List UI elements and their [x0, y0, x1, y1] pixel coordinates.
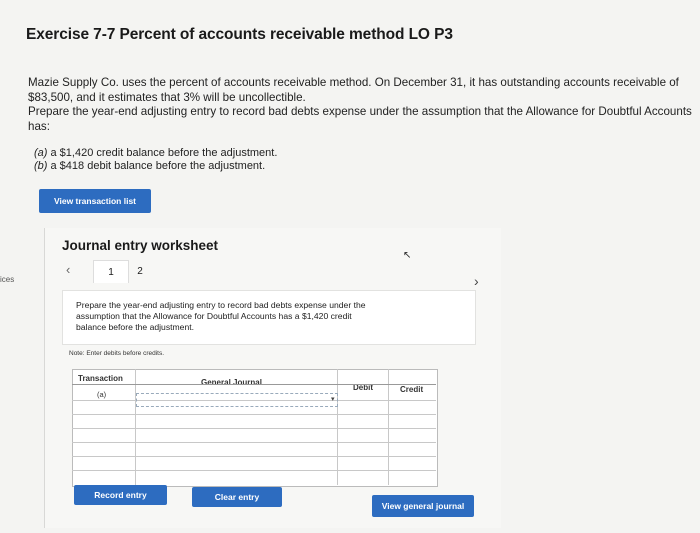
worksheet-prompt: Prepare the year-end adjusting entry to … [76, 300, 436, 333]
table-row-divider [72, 414, 436, 415]
chevron-right-icon[interactable]: › [474, 273, 479, 289]
view-transaction-list-button[interactable]: View transaction list [39, 189, 151, 213]
header-divider [72, 384, 436, 385]
entry-note: Note: Enter debits before credits. [69, 350, 165, 357]
problem-intro: Mazie Supply Co. uses the percent of acc… [28, 75, 688, 105]
page-title: Exercise 7-7 Percent of accounts receiva… [26, 26, 453, 43]
instruction-line-2: has: [28, 120, 50, 133]
record-entry-button[interactable]: Record entry [74, 485, 167, 505]
requirement-b-marker: (b) [34, 160, 48, 172]
column-divider [135, 369, 136, 485]
worksheet-title: Journal entry worksheet [62, 238, 219, 253]
column-divider [337, 369, 338, 485]
requirement-a-marker: (a) [34, 147, 48, 159]
prompt-line-2: assumption that the Allowance for Doubtf… [76, 311, 352, 321]
column-header-credit: Credit [400, 385, 424, 394]
table-row-divider [72, 442, 436, 443]
requirement-a: (a) a $1,420 credit balance before the a… [34, 147, 277, 160]
side-panel-label: ices [0, 275, 15, 284]
requirement-b-text: a $418 debit balance before the adjustme… [47, 160, 266, 172]
chevron-left-icon[interactable]: ‹ [66, 262, 70, 277]
table-row-divider [72, 456, 436, 457]
column-divider [388, 369, 389, 485]
intro-line-2: $83,500, and it estimates that 3% will b… [28, 91, 306, 104]
credit-input[interactable] [390, 401, 435, 413]
worksheet-page-2-tab[interactable]: 2 [128, 260, 152, 282]
requirement-a-text: a $1,420 credit balance before the adjus… [47, 147, 278, 159]
transaction-cell: (a) [97, 390, 107, 399]
prompt-line-1: Prepare the year-end adjusting entry to … [76, 300, 366, 310]
column-header-general-journal: General Journal [201, 378, 262, 387]
table-row-divider [72, 470, 436, 471]
intro-line-1: Mazie Supply Co. uses the percent of acc… [28, 76, 679, 89]
requirement-b: (b) a $418 debit balance before the adju… [34, 160, 277, 173]
chevron-down-icon[interactable]: ▾ [331, 395, 335, 403]
account-input[interactable] [138, 403, 334, 413]
debit-input[interactable] [339, 401, 387, 413]
clear-entry-button[interactable]: Clear entry [192, 487, 282, 507]
worksheet-page-1-tab[interactable]: 1 [93, 260, 129, 283]
requirement-list: (a) a $1,420 credit balance before the a… [34, 147, 277, 173]
prompt-line-3: balance before the adjustment. [76, 322, 195, 332]
mouse-cursor-icon: ↖ [403, 250, 412, 261]
problem-instruction: Prepare the year-end adjusting entry to … [28, 104, 698, 134]
view-general-journal-button[interactable]: View general journal [372, 495, 474, 517]
instruction-line-1: Prepare the year-end adjusting entry to … [28, 105, 692, 118]
column-header-transaction: Transaction [78, 374, 123, 383]
table-row-divider [72, 428, 436, 429]
